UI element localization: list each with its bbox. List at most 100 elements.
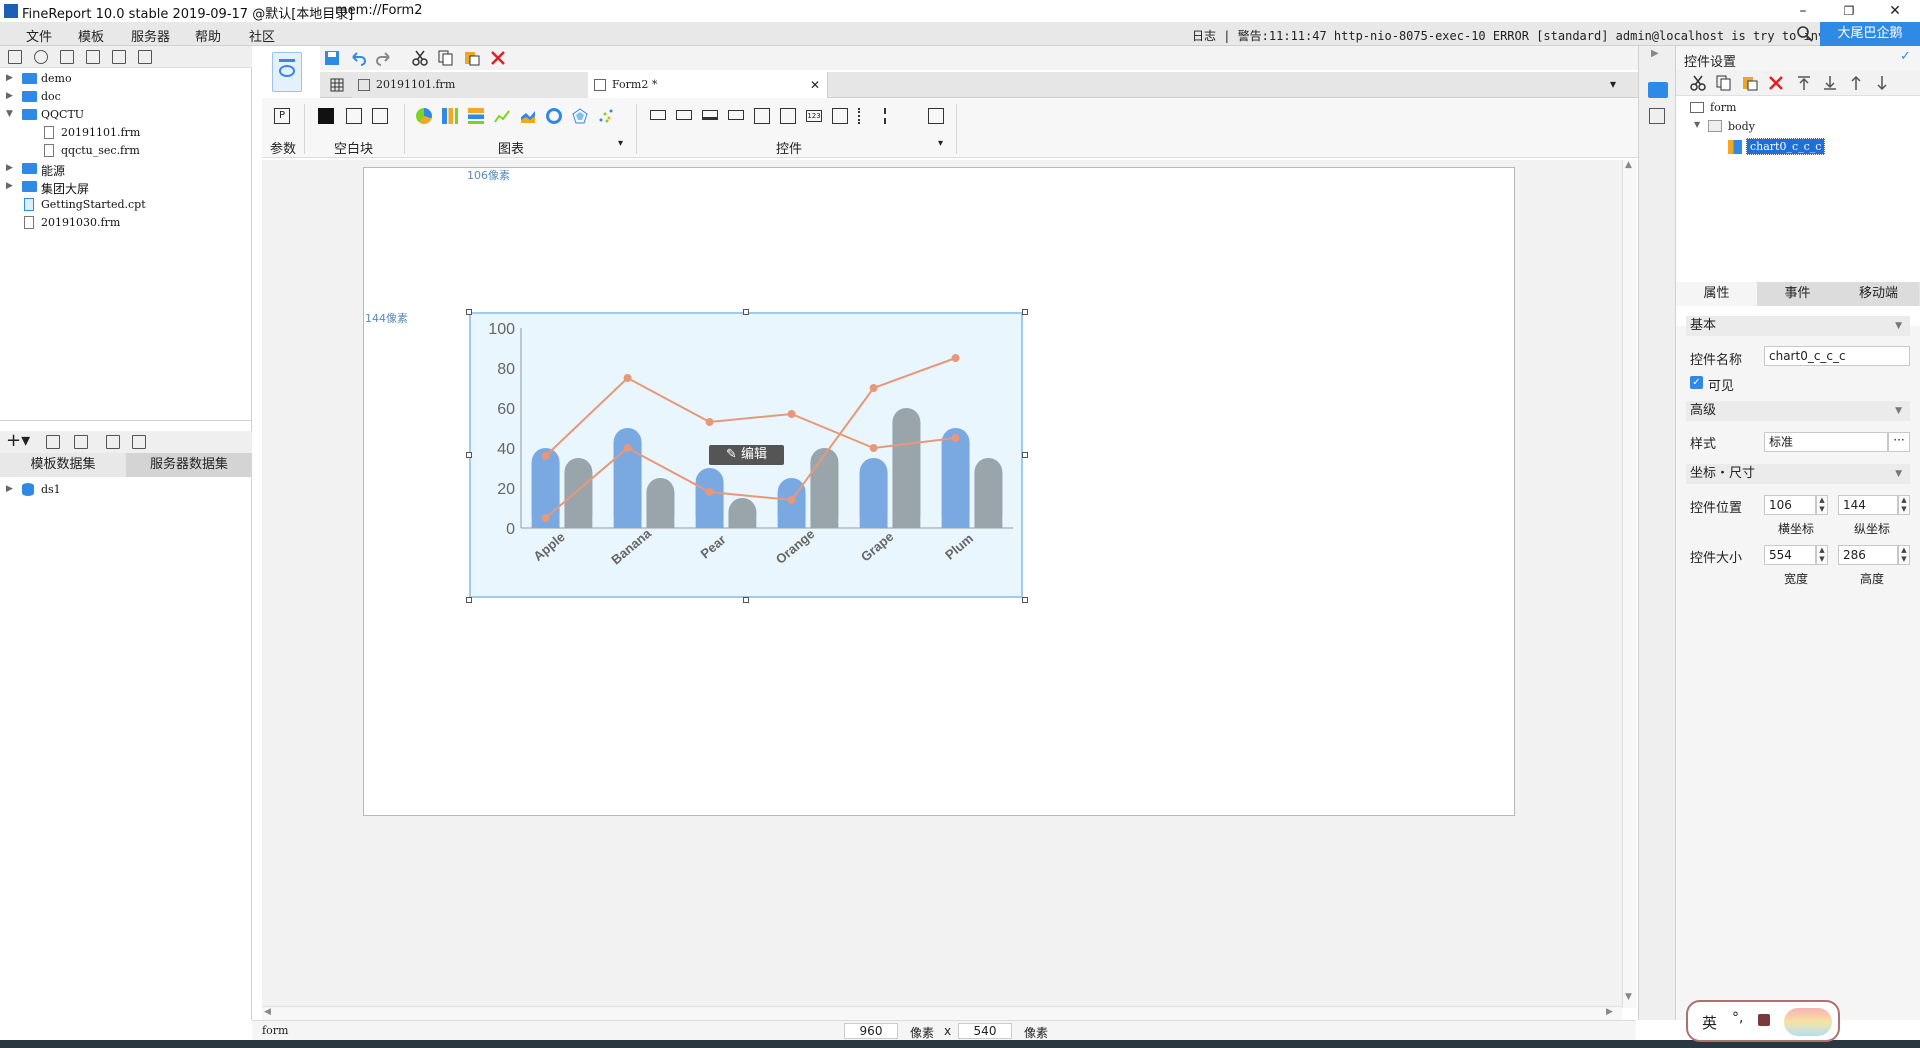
date-widget-icon[interactable] [754, 108, 770, 124]
ribbon-group-widget[interactable]: 控件 [776, 138, 802, 157]
edit-chart-button[interactable]: ✎ 编辑 [709, 445, 784, 465]
scroll-right-icon[interactable]: ▶ [1606, 1007, 1613, 1017]
radio-group-icon[interactable] [858, 108, 874, 124]
height-input[interactable]: 286 [1838, 545, 1898, 565]
tree-node-body[interactable]: body [1728, 120, 1755, 133]
area-chart-icon[interactable] [520, 108, 536, 124]
style-more-button[interactable]: ··· [1888, 432, 1910, 452]
search-icon[interactable] [1796, 25, 1814, 43]
canvas-height-input[interactable]: 540 [958, 1023, 1012, 1039]
visible-checkbox[interactable]: ✓ [1690, 376, 1703, 389]
style-input[interactable]: 标准 [1764, 432, 1888, 452]
ribbon-group-parameter[interactable]: 参数 [270, 138, 296, 157]
tree-node-form[interactable]: form [1710, 101, 1736, 114]
combobox-widget-icon[interactable] [728, 110, 744, 120]
move-up-icon[interactable] [1848, 75, 1864, 91]
dataset-item-ds1[interactable]: ▶ ds1 [0, 481, 250, 499]
widget-name-input[interactable]: chart0_c_c_c [1764, 346, 1910, 366]
menu-server[interactable]: 服务器 [131, 26, 170, 45]
horizontal-scrollbar[interactable]: ◀ ▶ [262, 1006, 1622, 1020]
ribbon-group-blank-block[interactable]: 空白块 [334, 138, 373, 157]
scroll-left-icon[interactable]: ◀ [264, 1007, 271, 1017]
minimize-button[interactable]: – [1780, 0, 1826, 22]
button-widget-icon[interactable] [676, 110, 692, 120]
widget-more-icon[interactable]: ▾ [938, 138, 943, 149]
server-dataset-icon[interactable] [132, 435, 146, 449]
pin-icon[interactable]: ✓ [1900, 49, 1911, 64]
edit-icon[interactable] [46, 435, 60, 449]
component-library-icon[interactable] [1649, 108, 1665, 124]
delete-icon[interactable] [112, 50, 126, 64]
ribbon-group-chart[interactable]: 图表 [498, 138, 524, 157]
checkbox-group-icon[interactable] [884, 108, 900, 124]
number-widget-icon[interactable]: 123 [806, 110, 822, 122]
vertical-scrollbar[interactable]: ▲ ▼ [1622, 160, 1636, 1008]
expand-arrow-icon[interactable]: ▶ [6, 73, 13, 83]
close-button[interactable]: ✕ [1872, 0, 1918, 22]
preview-icon[interactable] [106, 435, 120, 449]
expand-arrow-icon[interactable]: ▶ [6, 163, 13, 173]
delete-icon[interactable] [74, 435, 88, 449]
resize-handle-sw[interactable] [466, 597, 472, 603]
height-stepper[interactable]: ▲ ▼ [1898, 545, 1910, 565]
table-widget-icon[interactable] [780, 108, 796, 124]
widget-settings-icon[interactable] [1648, 82, 1668, 98]
menu-file[interactable]: 文件 [26, 26, 52, 45]
expand-arrow-icon[interactable]: ▶ [6, 181, 13, 191]
pos-y-input[interactable]: 144 [1838, 495, 1898, 515]
report-block-icon[interactable] [372, 108, 388, 124]
pos-x-input[interactable]: 106 [1764, 495, 1816, 515]
expand-arrow-icon[interactable]: ▶ [6, 91, 13, 101]
tab-server-dataset[interactable]: 服务器数据集 [126, 453, 252, 477]
section-advanced[interactable]: 高级 ▼ [1686, 401, 1910, 421]
redo-icon[interactable] [376, 50, 392, 66]
form-type-icon[interactable] [272, 52, 302, 92]
grid-icon[interactable] [330, 78, 344, 92]
resize-handle-se[interactable] [1022, 597, 1028, 603]
add-dataset-icon[interactable]: +▾ [6, 431, 30, 451]
parameter-icon[interactable]: P [274, 108, 290, 124]
new-folder-icon[interactable] [8, 50, 22, 64]
section-coords[interactable]: 坐标・尺寸 ▼ [1686, 464, 1910, 484]
preview-icon[interactable] [928, 108, 944, 124]
block-icon[interactable] [318, 108, 334, 124]
resize-handle-w[interactable] [466, 452, 472, 458]
label-widget-icon[interactable] [650, 110, 666, 120]
copy-icon[interactable] [138, 50, 152, 64]
move-top-icon[interactable] [1796, 75, 1812, 91]
ime-skin-icon[interactable] [1758, 1014, 1770, 1026]
copy-icon[interactable] [1716, 75, 1732, 91]
resize-handle-n[interactable] [743, 309, 749, 315]
tab-properties[interactable]: 属性 [1676, 282, 1757, 306]
resize-handle-e[interactable] [1022, 452, 1028, 458]
canvas-width-input[interactable]: 960 [844, 1023, 898, 1039]
tab-list-icon[interactable]: ▾ [1610, 77, 1616, 91]
collapse-arrow-icon[interactable]: ▼ [6, 109, 13, 119]
move-bottom-icon[interactable] [1822, 75, 1838, 91]
tab-block-icon[interactable] [346, 108, 362, 124]
lock-icon[interactable] [86, 50, 100, 64]
menu-help[interactable]: 帮助 [195, 26, 221, 45]
user-company-button[interactable]: 大尾巴企鹅 [1820, 22, 1920, 46]
cut-icon[interactable] [1690, 75, 1706, 91]
width-input[interactable]: 554 [1764, 545, 1816, 565]
pos-x-stepper[interactable]: ▲ ▼ [1816, 495, 1828, 515]
tab-template-dataset[interactable]: 模板数据集 [0, 453, 126, 477]
ime-toolbar[interactable]: 英 °, [1686, 1000, 1840, 1042]
collapse-arrow-icon[interactable]: ▶ [1651, 48, 1659, 59]
resize-handle-s[interactable] [743, 597, 749, 603]
scatter-chart-icon[interactable] [598, 108, 614, 124]
resize-handle-nw[interactable] [466, 309, 472, 315]
bar-chart-icon[interactable] [442, 108, 458, 124]
width-stepper[interactable]: ▲ ▼ [1816, 545, 1828, 565]
text-widget-icon[interactable] [702, 110, 718, 120]
scroll-down-icon[interactable]: ▼ [1625, 992, 1632, 1002]
tab-mobile[interactable]: 移动端 [1838, 282, 1919, 306]
undo-icon[interactable] [350, 50, 366, 66]
paste-icon[interactable] [1742, 75, 1758, 91]
paste-icon[interactable] [464, 50, 480, 66]
copy-icon[interactable] [438, 50, 454, 66]
menu-template[interactable]: 模板 [78, 26, 104, 45]
tab-20191101[interactable]: 20191101.frm ✕ [352, 72, 614, 98]
gauge-chart-icon[interactable] [546, 108, 562, 124]
